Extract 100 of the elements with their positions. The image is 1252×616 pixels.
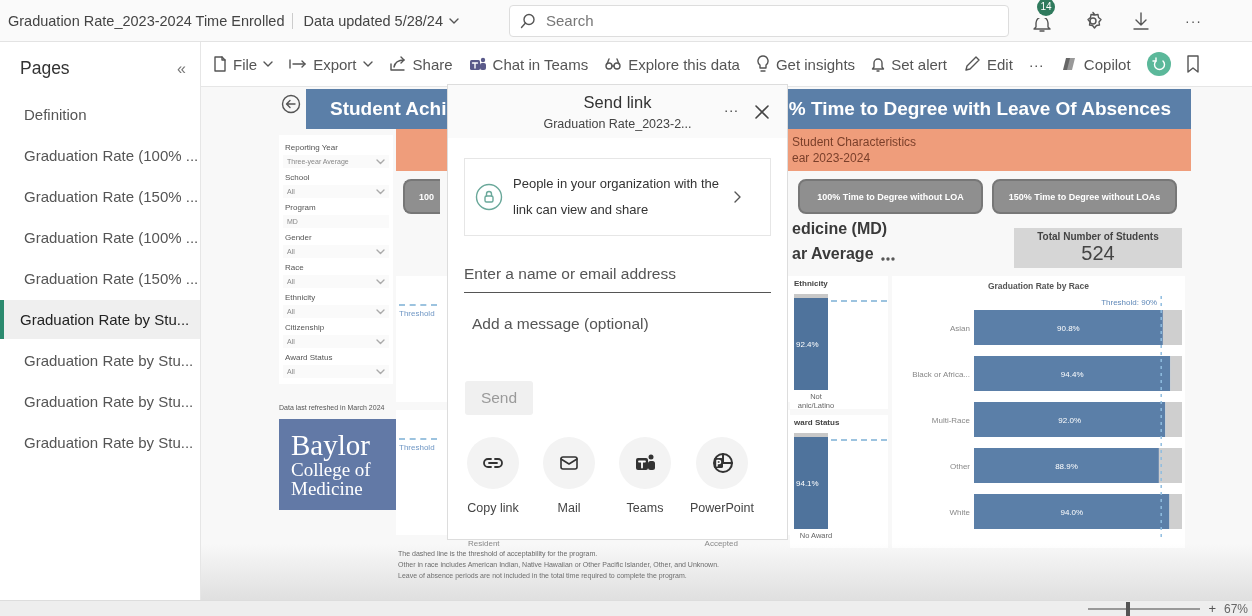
toolbar-button[interactable]: Get insights — [755, 55, 856, 73]
caret-icon — [376, 248, 385, 255]
caret-icon — [376, 338, 385, 345]
axis-label: Multi-Race — [931, 416, 970, 425]
chart-title: ward Status — [794, 418, 841, 427]
caret-icon — [362, 60, 373, 68]
notification-badge: 14 — [1036, 0, 1055, 16]
toolbar-button[interactable]: Share — [388, 55, 453, 73]
axis-label: Black or Africa... — [912, 370, 970, 379]
axis-label: Asian — [950, 324, 970, 333]
page-item[interactable]: Graduation Rate by Stu... — [0, 300, 200, 339]
threshold-label: Threshold — [399, 442, 436, 452]
toolbar-button[interactable]: Chat in Teams — [468, 55, 589, 73]
toolbar-button[interactable]: Edit — [963, 55, 1013, 73]
banner-text: Student Characteristics — [792, 135, 918, 149]
bar-track — [1170, 356, 1182, 391]
section-heading: edicine (MD) — [792, 220, 889, 238]
data-label: 94.0% — [1060, 508, 1084, 517]
filter-label: Gender — [284, 232, 313, 244]
toolbar-button[interactable]: Copilot — [1059, 55, 1131, 73]
page-item[interactable]: Graduation Rate by Stu... — [0, 341, 200, 380]
card-value: 524 — [1081, 242, 1115, 265]
page-item[interactable]: Graduation Rate by Stu... — [0, 423, 200, 462]
download-icon[interactable] — [1132, 11, 1149, 30]
report-heading: % Time to Degree with Leave Of Absences — [788, 98, 1171, 120]
filter-label: Race — [284, 262, 305, 274]
presentation-icon — [710, 452, 733, 474]
data-label: 88.9% — [1055, 462, 1078, 471]
page-item[interactable]: Graduation Rate by Stu... — [0, 382, 200, 421]
chart-title: Graduation Rate by Race — [987, 281, 1090, 291]
caret-icon — [376, 308, 385, 315]
pencil-icon — [963, 55, 981, 73]
card-label: Total Number of Students — [1037, 231, 1159, 242]
search-field[interactable]: Search — [508, 4, 1009, 37]
banner-text: ear 2023-2024 — [792, 151, 872, 165]
zoom-in-button[interactable]: + — [1208, 601, 1216, 616]
zoom-level: 67% — [1223, 601, 1248, 616]
arrow-right-icon — [289, 57, 308, 71]
caret-icon — [376, 188, 385, 195]
section-heading: ar Average — [792, 245, 874, 263]
bookmark-icon[interactable] — [1186, 55, 1199, 73]
filter-label: Reporting Year — [284, 142, 339, 154]
refresh-icon — [1151, 57, 1166, 71]
toolbar-button[interactable]: Export — [289, 55, 373, 73]
toolbar-button[interactable]: File — [213, 55, 274, 73]
dialog-title: Send link — [583, 92, 652, 112]
page-item[interactable]: Graduation Rate (100% ... — [0, 218, 200, 257]
report-heading: Student Achi — [330, 98, 447, 120]
chevron-right-icon — [733, 191, 741, 203]
threshold-label: Threshold — [399, 309, 436, 318]
page-item[interactable]: Graduation Rate (100% ... — [0, 136, 200, 175]
data-label: 92.0% — [1058, 416, 1082, 425]
data-updated-dropdown[interactable]: Data updated 5/28/24 — [303, 12, 459, 29]
bell-icon — [871, 56, 886, 72]
caret-icon — [263, 60, 274, 68]
data-label: 94.4% — [1060, 370, 1084, 379]
page-item[interactable]: Graduation Rate (150% ... — [0, 259, 200, 298]
data-label: 92.4% — [796, 339, 819, 349]
close-icon[interactable] — [755, 105, 769, 119]
toolbar-button[interactable]: Explore this data — [604, 55, 740, 73]
caret-icon — [448, 16, 459, 25]
bar-track — [1165, 402, 1182, 437]
caret-icon — [376, 368, 385, 375]
collapse-button[interactable]: « — [177, 59, 186, 78]
page-item[interactable]: Definition — [0, 95, 200, 134]
chart-title: Ethnicity — [794, 279, 829, 288]
share-icon — [388, 56, 407, 72]
axis-label: Accepted — [704, 539, 738, 548]
filter-label: Ethnicity — [284, 292, 317, 304]
binoculars-icon — [604, 57, 623, 71]
recipient-field[interactable]: Enter a name or email address — [464, 256, 771, 293]
pane-title: Pages — [20, 58, 70, 79]
bell-icon[interactable] — [1030, 17, 1053, 32]
axis-label: White — [949, 508, 970, 517]
lightbulb-icon — [755, 55, 770, 73]
lock-icon — [475, 183, 503, 211]
caret-icon — [376, 278, 385, 285]
axis-label: Other — [950, 462, 970, 471]
threshold-line — [399, 304, 437, 306]
filter-label: School — [284, 172, 311, 184]
file-icon — [213, 56, 227, 72]
threshold-label: Threshold: 90% — [1101, 298, 1158, 307]
page-item[interactable]: Graduation Rate (150% ... — [0, 177, 200, 216]
logo: Baylor College of Medicine — [279, 419, 399, 510]
more-button[interactable]: ... — [724, 99, 739, 115]
threshold-line — [399, 437, 437, 440]
report-title: Graduation Rate_2023-2024 Time Enrolled — [8, 12, 294, 29]
axis-label: Resident — [468, 539, 500, 548]
search-icon — [519, 12, 536, 29]
filter-label: Award Status — [284, 352, 334, 364]
toolbar-button[interactable]: ··· — [1028, 55, 1044, 73]
data-label: 94.1% — [796, 478, 819, 488]
filter-label: Citizenship — [284, 322, 326, 334]
threshold-line — [831, 300, 887, 302]
link-settings-button[interactable]: People in your organization with the link can view and share — [464, 158, 771, 236]
filter-label: Program — [284, 202, 317, 214]
toolbar-button[interactable]: Set alert — [871, 55, 947, 73]
more-button[interactable]: ··· — [1178, 11, 1208, 30]
caret-icon — [376, 158, 385, 165]
threshold-line — [831, 439, 887, 441]
